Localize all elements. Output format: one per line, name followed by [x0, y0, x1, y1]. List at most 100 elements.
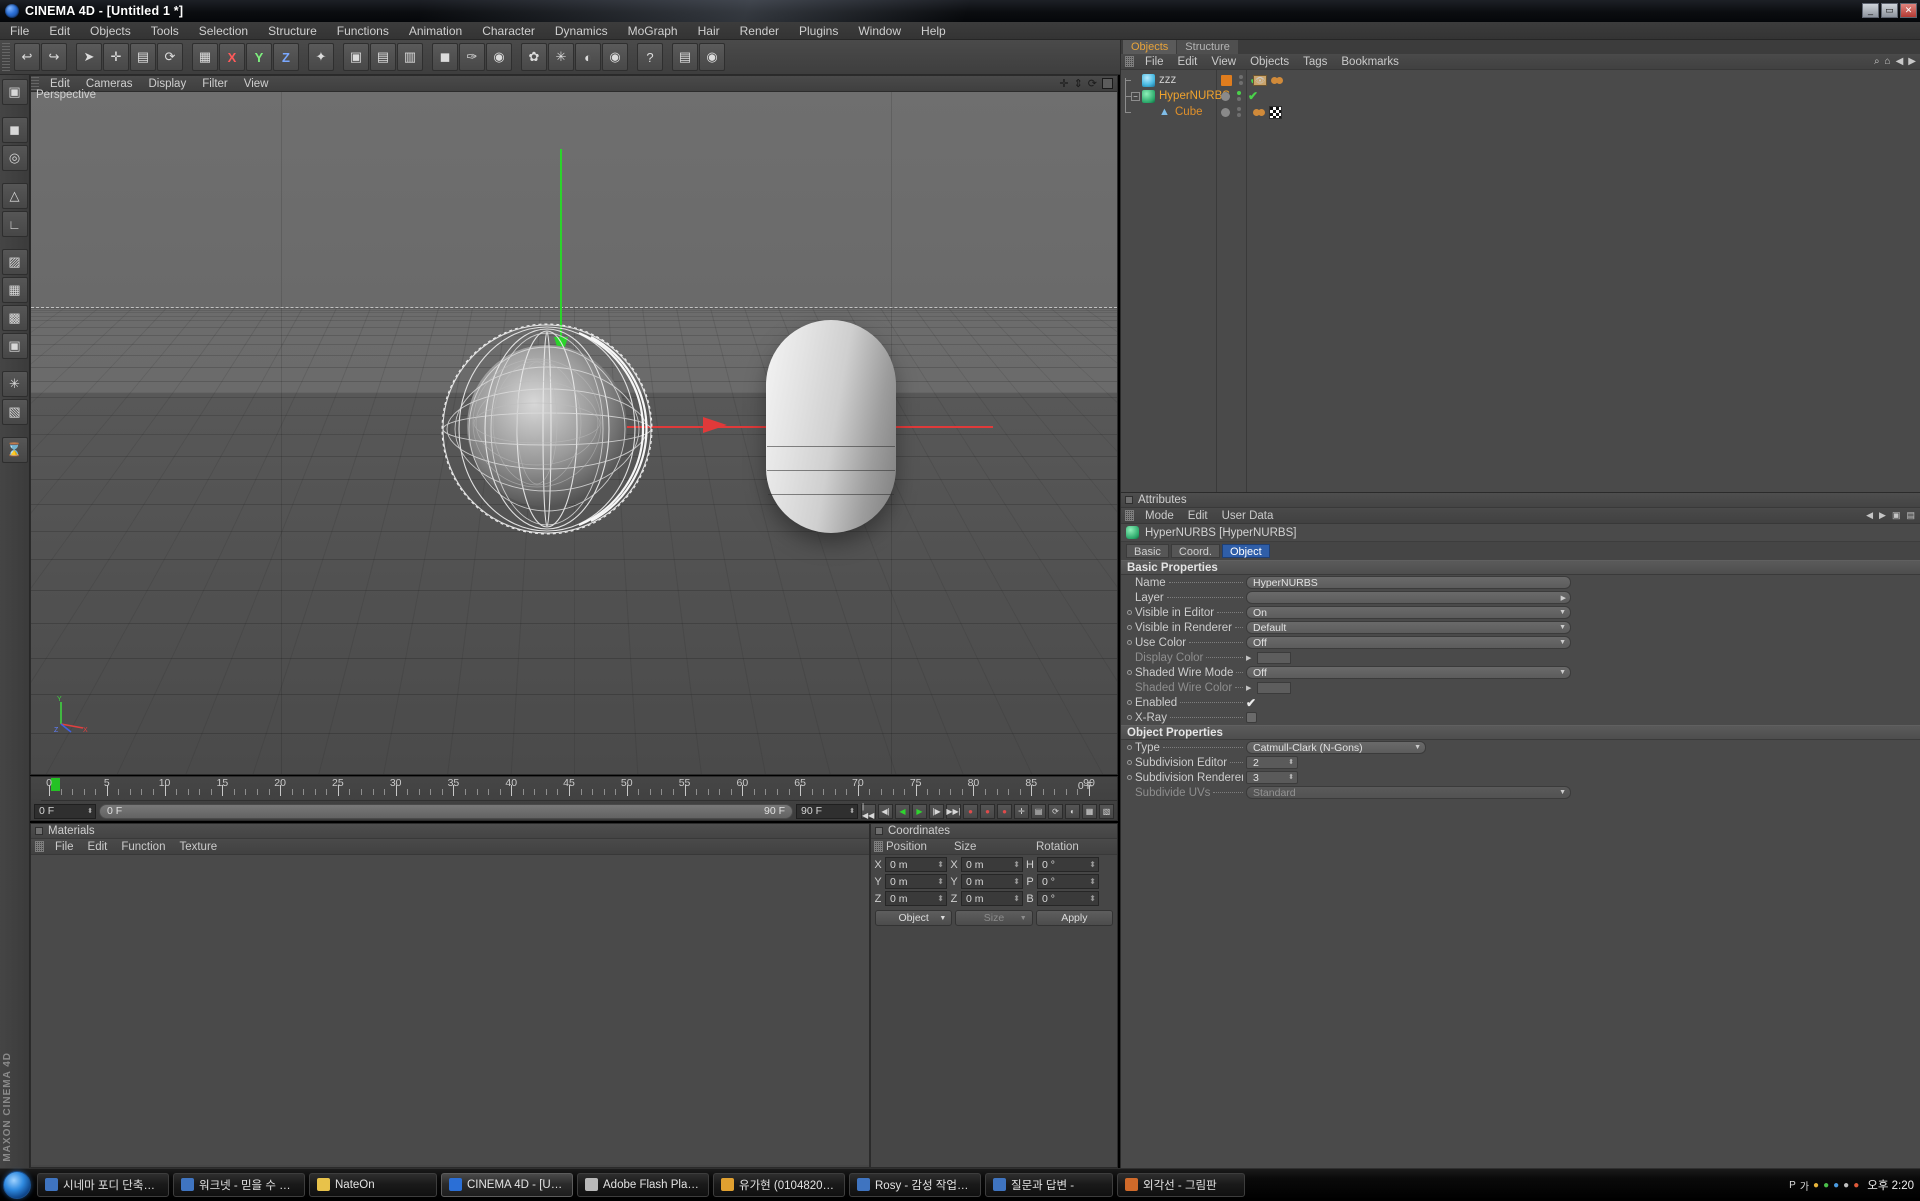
rotation-key-button[interactable]: ⟳: [1048, 804, 1063, 819]
table-row[interactable]: zzz✔👁: [1121, 72, 1920, 88]
go-to-end-button[interactable]: ▶▶|: [946, 804, 961, 819]
collapse-icon[interactable]: ◀: [1896, 56, 1904, 67]
coord-rotation-spinner-1[interactable]: ⬍: [1089, 878, 1096, 885]
attributes-tab-basic[interactable]: Basic: [1126, 544, 1169, 558]
go-to-start-button[interactable]: |◀◀: [861, 804, 876, 819]
property-text-field[interactable]: HyperNURBS: [1246, 576, 1571, 589]
pla-key-button[interactable]: ▧: [1099, 804, 1114, 819]
add-nurbs-button[interactable]: ◉: [486, 43, 512, 71]
expand-arrow-icon[interactable]: ▶: [1246, 684, 1251, 692]
timeline-ruler[interactable]: 0 F 051015202530354045505560657075808590: [41, 777, 1117, 801]
property-color-swatch[interactable]: [1257, 682, 1291, 694]
objects-menu-file[interactable]: File: [1138, 54, 1171, 70]
uv-points-button[interactable]: ▦: [2, 277, 28, 303]
coord-size-field-1[interactable]: 0 m⬍: [961, 874, 1023, 889]
volume-tray-icon[interactable]: ●: [1843, 1180, 1849, 1191]
objects-menu-tags[interactable]: Tags: [1296, 54, 1334, 70]
undo-button[interactable]: ↩: [14, 43, 40, 71]
coord-rotation-field-1[interactable]: 0 °⬍: [1037, 874, 1099, 889]
checker-tag-icon[interactable]: [1269, 106, 1282, 119]
property-bullet-1[interactable]: [1127, 760, 1132, 765]
coordinates-menu-grip[interactable]: [874, 841, 883, 852]
menu-item-mograph[interactable]: MoGraph: [618, 22, 688, 40]
max-frame-spinner-icon[interactable]: ⬍: [849, 807, 855, 815]
visibility-editor-dot[interactable]: [1221, 92, 1230, 101]
objects-menu-view[interactable]: View: [1204, 54, 1243, 70]
object-axis-button[interactable]: ◎: [2, 145, 28, 171]
max-frame-field[interactable]: 90 F ⬍: [796, 804, 858, 819]
table-row[interactable]: −HyperNURBS✔: [1121, 88, 1920, 104]
property-checkbox-checked[interactable]: ✔: [1246, 696, 1256, 710]
taskbar-item[interactable]: 질문과 답변 -: [985, 1173, 1113, 1197]
play-back-button[interactable]: ◀: [895, 804, 910, 819]
coord-size-field-2[interactable]: 0 m⬍: [961, 891, 1023, 906]
coord-object-dropdown[interactable]: Object ▼: [875, 910, 952, 926]
dolly-view-icon[interactable]: ⇕: [1074, 77, 1083, 90]
parameter-key-button[interactable]: ◐: [1065, 804, 1080, 819]
viewport-solo-button[interactable]: ▧: [2, 399, 28, 425]
taskbar-item[interactable]: 유가현 (01048205018) ...: [713, 1173, 845, 1197]
property-number-field[interactable]: 2⬍: [1246, 756, 1298, 769]
menu-item-tools[interactable]: Tools: [141, 22, 189, 40]
attributes-menu-mode[interactable]: Mode: [1138, 508, 1181, 524]
coord-apply-button[interactable]: Apply: [1036, 910, 1113, 926]
taskbar-item[interactable]: 워크넷 - 믿을 수 있는 ...: [173, 1173, 305, 1197]
record-active-objects-button[interactable]: ●: [963, 804, 978, 819]
property-number-field[interactable]: 3⬍: [1246, 771, 1298, 784]
menu-item-window[interactable]: Window: [848, 22, 911, 40]
attributes-tab-coord[interactable]: Coord.: [1171, 544, 1220, 558]
property-dropdown[interactable]: On▼: [1246, 606, 1571, 619]
update-tray-icon[interactable]: ●: [1853, 1180, 1859, 1191]
menu-item-render[interactable]: Render: [730, 22, 789, 40]
table-row[interactable]: ▲Cube: [1121, 104, 1920, 120]
keyframe-selection-button[interactable]: ●: [997, 804, 1012, 819]
render-settings-button[interactable]: ▥: [397, 43, 423, 71]
materials-menu-edit[interactable]: Edit: [81, 839, 115, 855]
coord-size-field-0[interactable]: 0 m⬍: [961, 857, 1023, 872]
animation-mode-button[interactable]: ✳: [2, 371, 28, 397]
objects-menu-objects[interactable]: Objects: [1243, 54, 1296, 70]
axis-x-arrow-icon[interactable]: [703, 417, 727, 433]
prev-attribute-icon[interactable]: ◀: [1866, 510, 1873, 521]
tree-tags[interactable]: 👁: [1253, 73, 1283, 87]
model-mode-button[interactable]: ◼: [2, 117, 28, 143]
coord-position-spinner-1[interactable]: ⬍: [937, 878, 944, 885]
property-spinner-icon[interactable]: ⬍: [1288, 760, 1294, 766]
minimize-button[interactable]: _: [1862, 3, 1879, 18]
add-deformer-button[interactable]: ✳: [548, 43, 574, 71]
search-icon[interactable]: ⌕: [1874, 56, 1880, 67]
step-back-button[interactable]: ◀|: [878, 804, 893, 819]
tree-tags[interactable]: [1253, 105, 1282, 119]
move-button[interactable]: ✛: [103, 43, 129, 71]
taskbar-item[interactable]: NateOn: [309, 1173, 437, 1197]
objects-menu-bookmarks[interactable]: Bookmarks: [1334, 54, 1406, 70]
menu-item-edit[interactable]: Edit: [39, 22, 80, 40]
scale-button[interactable]: ▤: [130, 43, 156, 71]
rotate-view-icon[interactable]: ⟳: [1088, 77, 1097, 90]
texture-mode-button[interactable]: ▣: [2, 333, 28, 359]
materials-panel-box-icon[interactable]: [35, 827, 43, 835]
property-dropdown[interactable]: Standard▼: [1246, 786, 1571, 799]
property-checkbox[interactable]: [1246, 712, 1257, 723]
add-scene-object-button[interactable]: ◐: [575, 43, 601, 71]
coord-size-dropdown[interactable]: Size ▼: [955, 910, 1032, 926]
taskbar-item[interactable]: Rosy - 감성 작업실- : ...: [849, 1173, 981, 1197]
polygon-mode-button[interactable]: ▨: [2, 249, 28, 275]
menu-item-selection[interactable]: Selection: [189, 22, 258, 40]
property-dropdown[interactable]: Default▼: [1246, 621, 1571, 634]
menu-item-hair[interactable]: Hair: [688, 22, 730, 40]
property-bullet-3[interactable]: [1127, 625, 1132, 630]
coord-position-field-0[interactable]: 0 m⬍: [885, 857, 947, 872]
play-forward-button[interactable]: ▶: [912, 804, 927, 819]
maximize-button[interactable]: ▭: [1881, 3, 1898, 18]
materials-menu-grip[interactable]: [35, 841, 44, 852]
point-level-animation-button[interactable]: ▦: [1082, 804, 1097, 819]
property-dropdown[interactable]: Off▼: [1246, 666, 1571, 679]
lock-attribute-icon[interactable]: ▣: [1892, 510, 1901, 521]
axis-x-button[interactable]: X: [219, 43, 245, 71]
current-frame-field[interactable]: 0 F ⬍: [34, 804, 96, 819]
close-button[interactable]: ✕: [1900, 3, 1917, 18]
menu-item-character[interactable]: Character: [472, 22, 545, 40]
step-forward-button[interactable]: |▶: [929, 804, 944, 819]
axis-y-button[interactable]: Y: [246, 43, 272, 71]
